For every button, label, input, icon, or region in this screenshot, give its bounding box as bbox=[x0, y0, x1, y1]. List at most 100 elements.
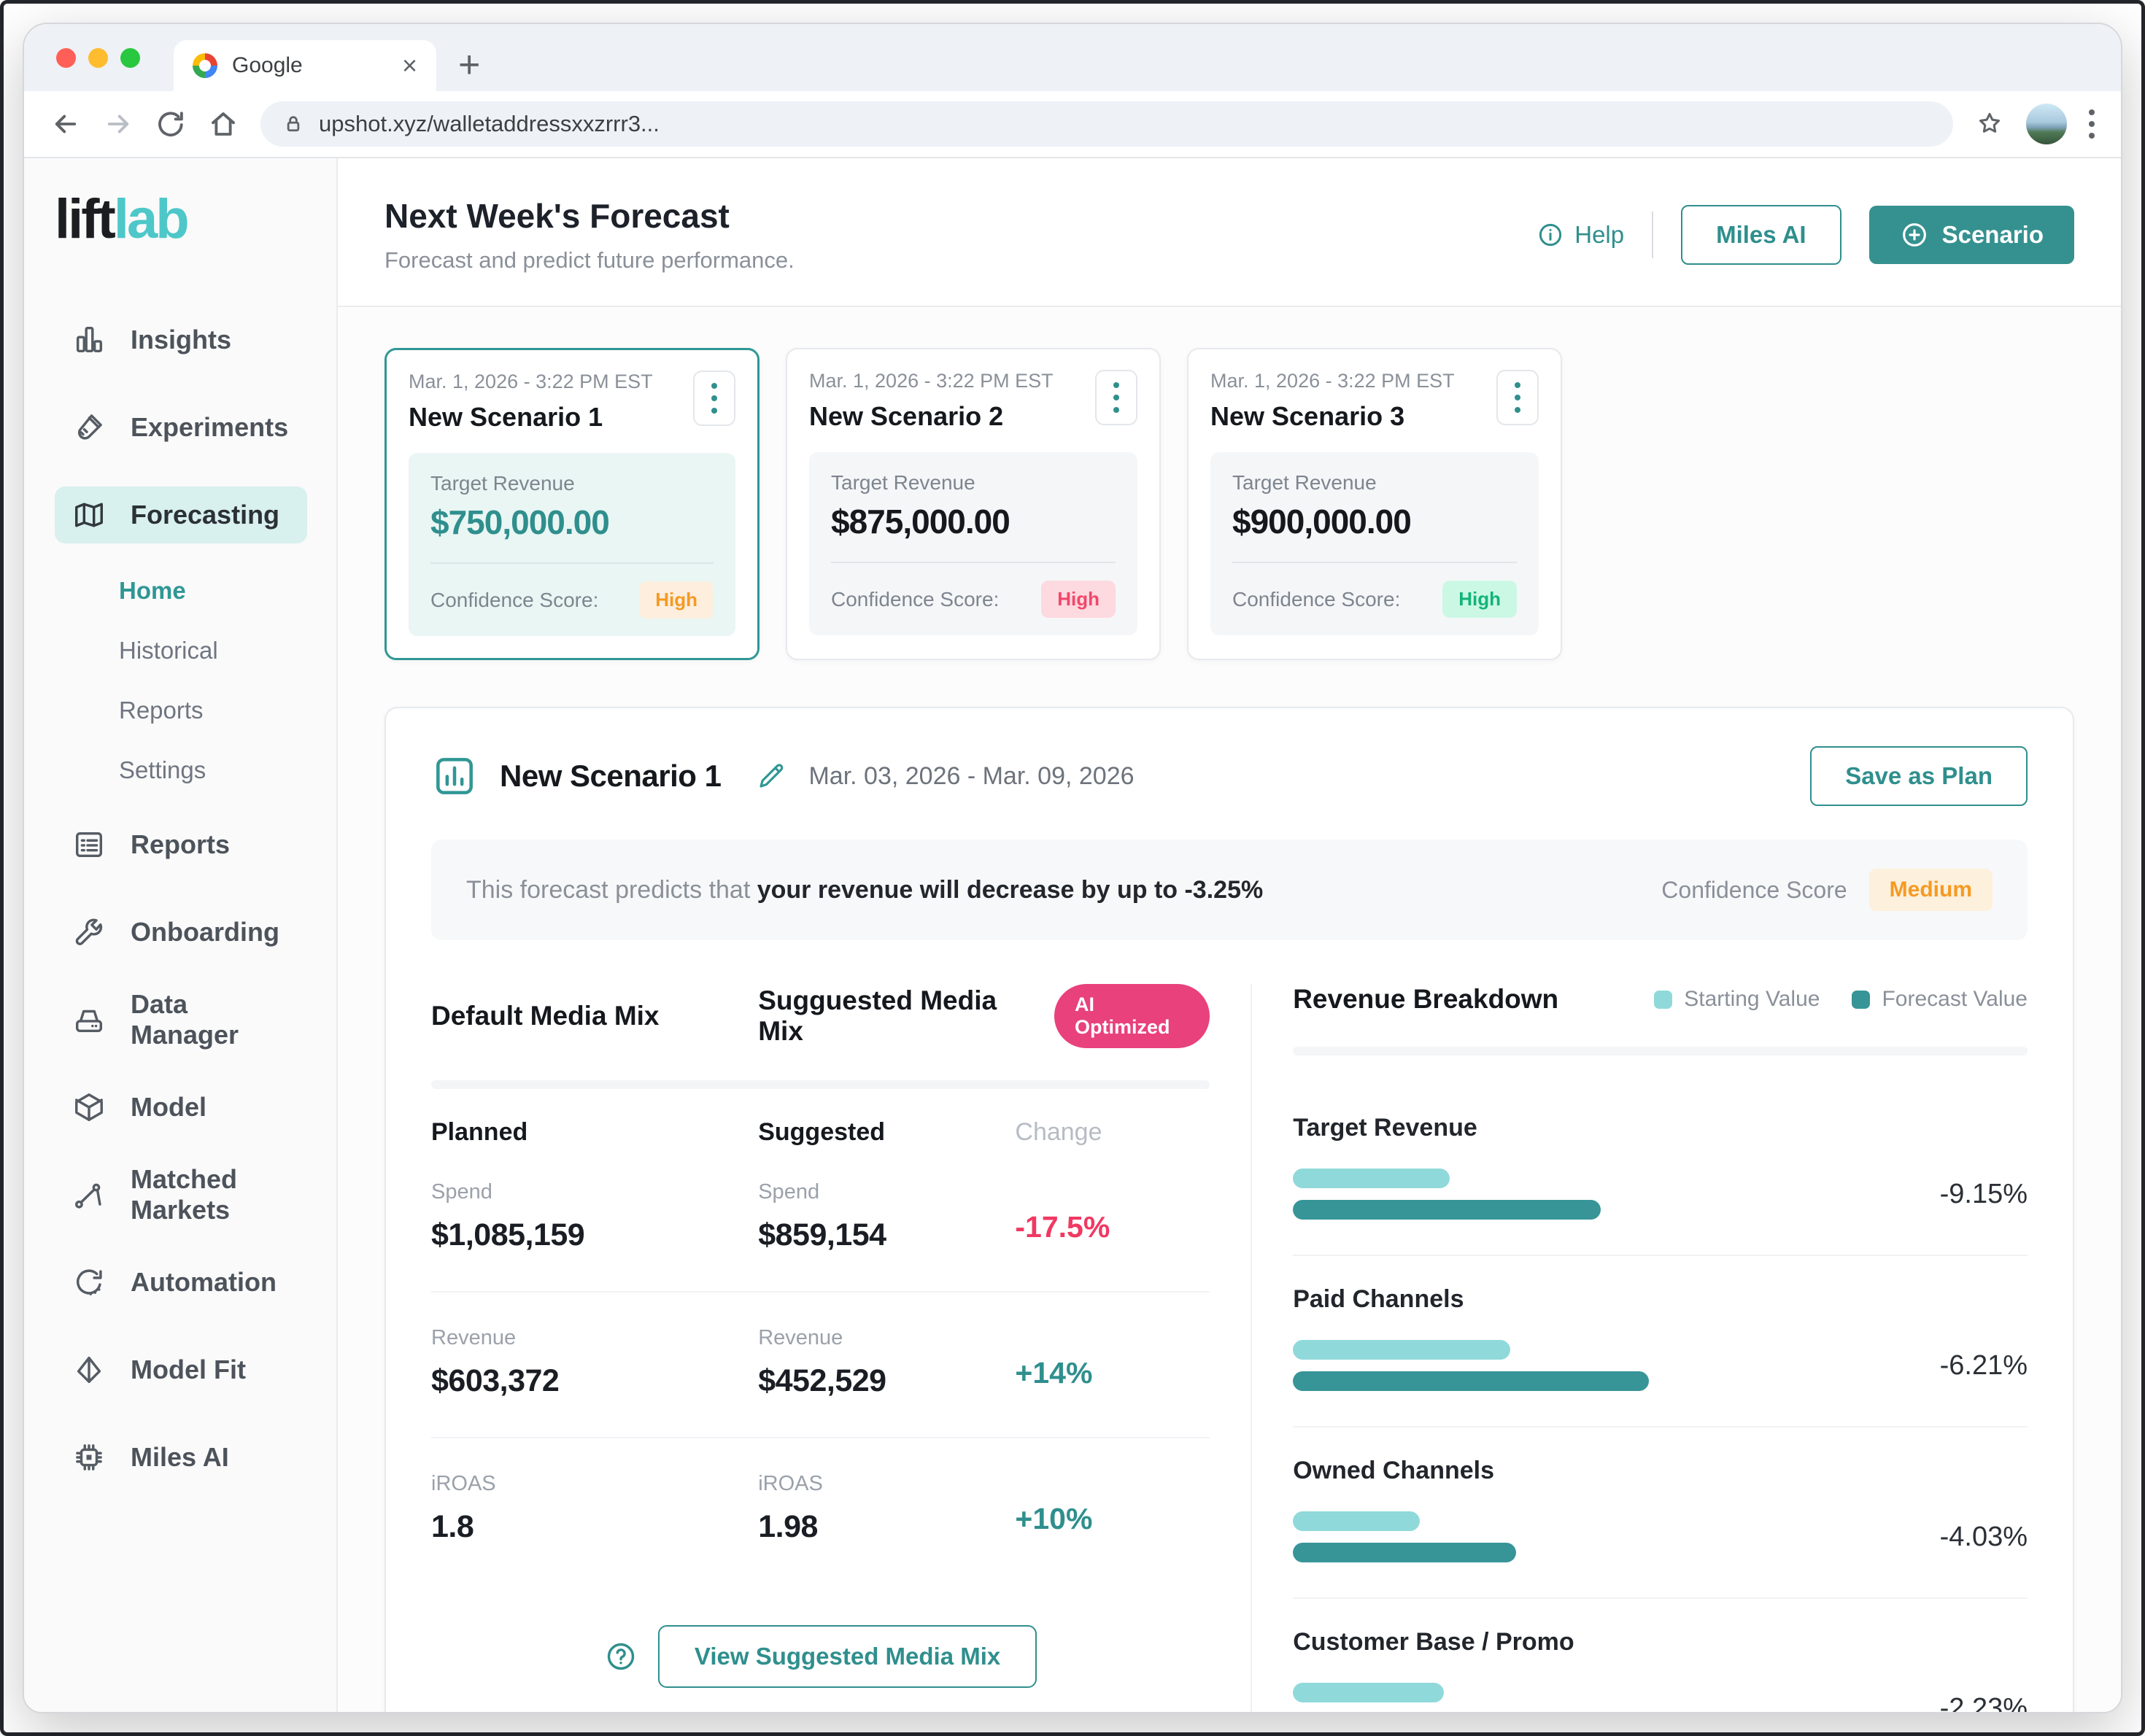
liftlab-logo: liftlab bbox=[55, 192, 307, 247]
bookmark-star-icon[interactable] bbox=[1975, 109, 2004, 139]
starting-value-bar bbox=[1293, 1683, 1444, 1702]
sidebar-item-label: Automation bbox=[131, 1267, 277, 1298]
test-tube-icon bbox=[72, 411, 106, 444]
confidence-score-label: Confidence Score: bbox=[831, 588, 999, 611]
tab-close-icon[interactable]: × bbox=[402, 53, 417, 79]
profile-avatar[interactable] bbox=[2026, 104, 2067, 144]
window-controls bbox=[56, 48, 140, 68]
add-scenario-button[interactable]: Scenario bbox=[1869, 206, 2074, 264]
scenario-summary: Target Revenue $875,000.00 Confidence Sc… bbox=[809, 452, 1137, 635]
refresh-icon bbox=[72, 1266, 106, 1299]
subnav-item-historical[interactable]: Historical bbox=[119, 629, 307, 672]
scenario-card-2[interactable]: Mar. 1, 2026 - 3:22 PM EST New Scenario … bbox=[786, 348, 1161, 660]
subnav-item-settings[interactable]: Settings bbox=[119, 749, 307, 791]
media-mix-section: Default Media Mix Sugguested Media Mix A… bbox=[431, 984, 1210, 1712]
sidebar-item-miles-ai[interactable]: Miles AI bbox=[55, 1429, 307, 1486]
suggested-value: $859,154 bbox=[758, 1217, 1015, 1253]
new-tab-button[interactable]: + bbox=[458, 46, 480, 84]
confidence-score-label: Confidence Score: bbox=[1232, 588, 1400, 611]
panel-title: New Scenario 1 bbox=[500, 759, 721, 794]
legend-label: Starting Value bbox=[1684, 987, 1820, 1012]
header-actions: Help Miles AI Scenario bbox=[1537, 205, 2074, 265]
sidebar-item-label: Forecasting bbox=[131, 500, 279, 530]
sidebar-item-insights[interactable]: Insights bbox=[55, 311, 307, 368]
address-bar[interactable]: upshot.xyz/walletaddressxxzrrr3... bbox=[260, 101, 1953, 147]
breakdown-label: Target Revenue bbox=[1293, 1114, 2028, 1142]
edit-pencil-icon[interactable] bbox=[756, 761, 786, 791]
lock-icon bbox=[282, 113, 304, 135]
sidebar-item-label: Onboarding bbox=[131, 917, 279, 948]
ai-optimized-badge: AI Optimized bbox=[1054, 984, 1210, 1048]
target-revenue-label: Target Revenue bbox=[1232, 471, 1517, 495]
subnav-item-home[interactable]: Home bbox=[119, 570, 307, 612]
scenario-menu-icon[interactable] bbox=[693, 371, 735, 426]
forward-icon[interactable] bbox=[103, 109, 134, 139]
scenario-date: Mar. 1, 2026 - 3:22 PM EST bbox=[1210, 370, 1455, 392]
miles-ai-button[interactable]: Miles AI bbox=[1681, 205, 1841, 265]
sidebar-item-forecasting[interactable]: Forecasting bbox=[55, 487, 307, 543]
starting-value-bar bbox=[1293, 1340, 1510, 1360]
media-mix-row-revenue: Revenue $603,372 Revenue $452,529 +14% bbox=[431, 1293, 1210, 1438]
sidebar-item-experiments[interactable]: Experiments bbox=[55, 399, 307, 456]
wrench-icon bbox=[72, 915, 106, 949]
breakdown-paid-channels: Paid Channels -6.21% bbox=[1293, 1256, 2028, 1427]
breakdown-owned-channels: Owned Channels -4.03% bbox=[1293, 1427, 2028, 1599]
help-link[interactable]: Help bbox=[1537, 221, 1624, 249]
sidebar-item-reports[interactable]: Reports bbox=[55, 816, 307, 873]
subnav-item-reports[interactable]: Reports bbox=[119, 689, 307, 732]
media-mix-row-iroas: iROAS 1.8 iROAS 1.98 +10% bbox=[431, 1438, 1210, 1583]
save-as-plan-button[interactable]: Save as Plan bbox=[1810, 746, 2028, 806]
sidebar-item-label: Insights bbox=[131, 325, 231, 355]
minimize-window-button[interactable] bbox=[88, 48, 108, 68]
change-percent: -2.23% bbox=[1896, 1693, 2028, 1713]
view-suggested-media-mix-button[interactable]: View Suggested Media Mix bbox=[658, 1625, 1037, 1688]
confidence-medium-badge: Medium bbox=[1869, 869, 1993, 911]
metric-label: Revenue bbox=[758, 1326, 1015, 1350]
scenario-menu-icon[interactable] bbox=[1095, 370, 1137, 425]
reload-icon[interactable] bbox=[155, 109, 186, 139]
back-icon[interactable] bbox=[50, 109, 81, 139]
sidebar-item-data-manager[interactable]: Data Manager bbox=[55, 991, 307, 1048]
scenario-card-1[interactable]: Mar. 1, 2026 - 3:22 PM EST New Scenario … bbox=[384, 348, 760, 660]
home-icon[interactable] bbox=[208, 109, 239, 139]
chart-square-icon bbox=[431, 753, 478, 799]
sidebar-item-automation[interactable]: Automation bbox=[55, 1254, 307, 1311]
confidence-badge: High bbox=[1041, 581, 1116, 618]
plus-circle-icon bbox=[1900, 220, 1929, 249]
zoom-window-button[interactable] bbox=[120, 48, 140, 68]
change-value: -17.5% bbox=[1015, 1210, 1210, 1244]
legend: Starting Value Forecast Value bbox=[1654, 987, 2028, 1012]
scenario-detail-panel: New Scenario 1 Mar. 03, 2026 - Mar. 09, … bbox=[384, 707, 2074, 1712]
scenario-date: Mar. 1, 2026 - 3:22 PM EST bbox=[409, 371, 653, 393]
sidebar-item-onboarding[interactable]: Onboarding bbox=[55, 904, 307, 961]
sidebar-item-matched-markets[interactable]: Matched Markets bbox=[55, 1166, 307, 1223]
suggested-value: 1.98 bbox=[758, 1509, 1015, 1545]
main-content: Next Week's Forecast Forecast and predic… bbox=[338, 158, 2121, 1712]
change-value: +10% bbox=[1015, 1502, 1210, 1536]
sidebar: liftlab Insights Experiments bbox=[24, 158, 338, 1712]
close-window-button[interactable] bbox=[56, 48, 76, 68]
confidence-badge: High bbox=[639, 581, 714, 619]
target-revenue-label: Target Revenue bbox=[831, 471, 1116, 495]
question-circle-icon[interactable] bbox=[604, 1640, 638, 1673]
scenario-card-3[interactable]: Mar. 1, 2026 - 3:22 PM EST New Scenario … bbox=[1187, 348, 1562, 660]
browser-menu-icon[interactable] bbox=[2089, 109, 2095, 139]
sidebar-item-label: Model Fit bbox=[131, 1355, 246, 1385]
tab-strip: Google × + bbox=[24, 24, 2121, 91]
scenario-title: New Scenario 1 bbox=[409, 402, 653, 433]
metric-label: Spend bbox=[431, 1180, 758, 1204]
add-scenario-label: Scenario bbox=[1942, 221, 2044, 249]
metric-label: iROAS bbox=[758, 1472, 1015, 1496]
help-label: Help bbox=[1574, 221, 1624, 249]
tab-title: Google bbox=[232, 53, 387, 78]
sidebar-item-model-fit[interactable]: Model Fit bbox=[55, 1341, 307, 1398]
planned-value: $1,085,159 bbox=[431, 1217, 758, 1253]
sidebar-item-model[interactable]: Model bbox=[55, 1079, 307, 1136]
forecast-value-bar bbox=[1293, 1200, 1601, 1220]
sidebar-item-label: Data Manager bbox=[131, 989, 290, 1050]
planned-value: 1.8 bbox=[431, 1509, 758, 1545]
browser-tab[interactable]: Google × bbox=[174, 40, 436, 91]
screen: Google × + upshot.xyz/walletaddressxxzrr… bbox=[0, 0, 2145, 1736]
scenario-menu-icon[interactable] bbox=[1496, 370, 1539, 425]
panel-columns: Default Media Mix Sugguested Media Mix A… bbox=[431, 984, 2028, 1712]
